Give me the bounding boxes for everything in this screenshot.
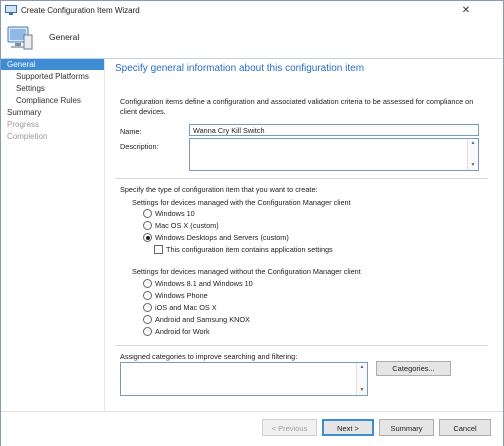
window-title: Create Configuration Item Wizard <box>21 6 140 15</box>
categories-scrollbar[interactable]: ▲ ▼ <box>356 363 367 395</box>
scroll-down-icon[interactable]: ▼ <box>357 386 367 395</box>
categories-button[interactable]: Categories... <box>376 361 451 376</box>
next-button[interactable]: Next > <box>322 419 374 436</box>
description-field[interactable]: ▲ ▼ <box>189 138 479 171</box>
intro-text: Configuration items define a configurati… <box>120 97 474 116</box>
radio-windows-8-1[interactable] <box>143 279 152 288</box>
app-settings-label: This configuration item contains applica… <box>166 245 333 254</box>
title-bar: Create Configuration Item Wizard ✕ <box>1 1 503 21</box>
categories-label: Assigned categories to improve searching… <box>120 352 298 361</box>
scroll-down-icon[interactable]: ▼ <box>468 161 478 170</box>
managed-heading: Settings for devices managed with the Co… <box>132 198 351 207</box>
computer-icon <box>7 26 33 50</box>
wizard-footer: < Previous Next > Summary Cancel <box>1 411 503 446</box>
wizard-header: General <box>1 21 503 59</box>
nav-item-progress: Progress <box>7 120 40 129</box>
nav-item-general[interactable]: General <box>1 59 104 70</box>
radio-mac-os-x[interactable] <box>143 221 152 230</box>
cancel-button[interactable]: Cancel <box>439 419 491 436</box>
app-settings-checkbox[interactable] <box>154 245 163 254</box>
radio-label-windows-desktops-servers: Windows Desktops and Servers (custom) <box>155 233 289 242</box>
page-title: Specify general information about this c… <box>115 63 365 74</box>
radio-label-ios-mac: iOS and Mac OS X <box>155 303 217 312</box>
radio-windows-10[interactable] <box>143 209 152 218</box>
close-icon[interactable]: ✕ <box>455 3 477 19</box>
radio-windows-phone[interactable] <box>143 291 152 300</box>
nav-item-settings[interactable]: Settings <box>16 83 45 94</box>
summary-button[interactable]: Summary <box>379 419 434 436</box>
separator <box>115 178 488 179</box>
radio-label-windows-phone: Windows Phone <box>155 291 208 300</box>
radio-label-mac-os-x: Mac OS X (custom) <box>155 221 219 230</box>
nav-item-completion: Completion <box>7 132 48 141</box>
radio-label-android-for-work: Android for Work <box>155 327 210 336</box>
main-panel: Specify general information about this c… <box>105 59 503 411</box>
nav-item-compliance-rules[interactable]: Compliance Rules <box>16 95 81 106</box>
radio-windows-desktops-servers[interactable] <box>143 233 152 242</box>
name-field[interactable]: Wanna Cry Kill Switch <box>189 124 479 136</box>
wizard-nav: General Supported Platforms Settings Com… <box>1 59 105 411</box>
radio-label-windows-8-1: Windows 8.1 and Windows 10 <box>155 279 253 288</box>
wizard-window: Create Configuration Item Wizard ✕ Gener… <box>0 0 504 446</box>
nav-item-supported-platforms[interactable]: Supported Platforms <box>16 71 89 82</box>
separator <box>115 345 488 346</box>
scroll-up-icon[interactable]: ▲ <box>468 139 478 148</box>
nav-item-summary[interactable]: Summary <box>7 107 41 118</box>
wizard-icon <box>5 5 17 15</box>
description-label: Description: <box>120 142 159 151</box>
radio-ios-mac[interactable] <box>143 303 152 312</box>
type-prompt: Specify the type of configuration item t… <box>120 185 318 194</box>
scroll-up-icon[interactable]: ▲ <box>357 363 367 372</box>
previous-button[interactable]: < Previous <box>262 419 317 436</box>
radio-android-knox[interactable] <box>143 315 152 324</box>
unmanaged-heading: Settings for devices managed without the… <box>132 267 361 276</box>
header-page-name: General <box>49 32 80 42</box>
radio-label-windows-10: Windows 10 <box>155 209 195 218</box>
radio-android-for-work[interactable] <box>143 327 152 336</box>
radio-label-android-knox: Android and Samsung KNOX <box>155 315 250 324</box>
name-label: Name: <box>120 127 142 136</box>
categories-list[interactable]: ▲ ▼ <box>120 362 368 396</box>
description-scrollbar[interactable]: ▲ ▼ <box>467 139 478 170</box>
